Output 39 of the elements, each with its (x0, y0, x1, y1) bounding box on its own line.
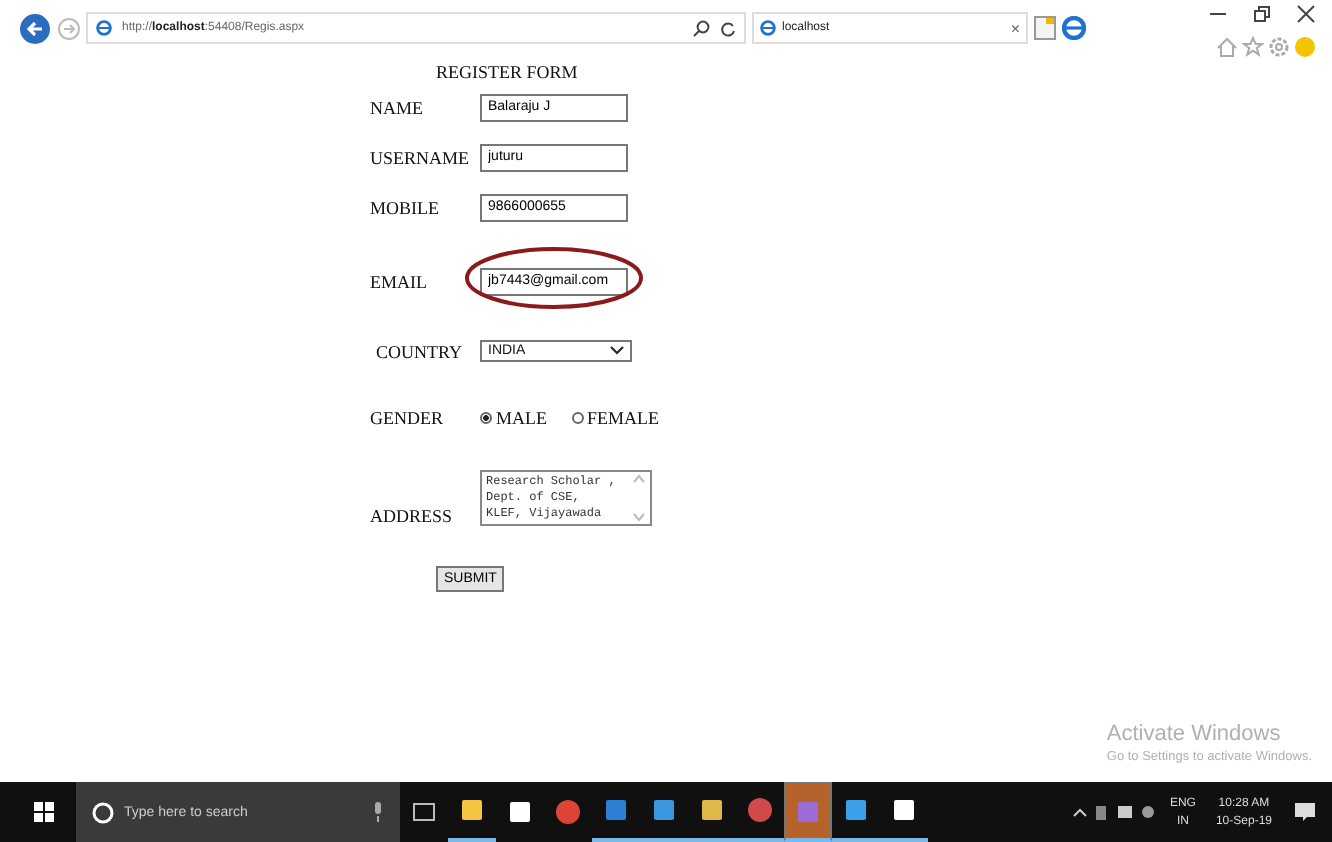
form-title: REGISTER FORM (436, 62, 580, 82)
field-label: COUNTRY (376, 341, 465, 361)
circle-icon (554, 798, 582, 826)
browser-logo-icon (1062, 16, 1086, 40)
field-label: EMAIL (370, 271, 429, 291)
star-icon[interactable] (1242, 35, 1264, 57)
scrollbar-icon (632, 472, 646, 524)
square-icon (842, 796, 870, 824)
field-label: ADDRESS (370, 506, 455, 526)
page-icon (96, 20, 112, 36)
square-icon (890, 796, 918, 824)
square-icon (698, 796, 726, 824)
task-view-icon (410, 798, 438, 826)
refresh-icon[interactable] (720, 19, 736, 37)
field-label: USERNAME (370, 147, 472, 167)
new-tab-icon[interactable] (1034, 16, 1056, 40)
radio-label: FEMALE (587, 407, 659, 427)
tray-icons[interactable] (1071, 802, 1160, 822)
square-icon (602, 796, 630, 824)
cortana-icon (92, 801, 114, 823)
microphone-icon[interactable] (372, 802, 384, 822)
field-label: GENDER (370, 407, 445, 427)
notification-icon[interactable] (1294, 802, 1316, 822)
circle-icon (746, 796, 774, 824)
radio-label: MALE (496, 407, 547, 427)
field-label: NAME (370, 97, 425, 117)
start-icon[interactable] (34, 802, 54, 822)
radio-button[interactable] (480, 411, 492, 423)
search-icon[interactable] (692, 19, 710, 37)
back-icon[interactable] (20, 13, 50, 43)
square-icon (650, 796, 678, 824)
caret-icon (610, 346, 624, 356)
radio-button[interactable] (571, 411, 583, 423)
activation-title: Activate Windows (1106, 722, 1283, 746)
restore-icon[interactable] (1252, 3, 1272, 23)
field-label: MOBILE (370, 197, 441, 217)
page-icon (760, 20, 776, 36)
square-icon (794, 797, 822, 825)
close-icon[interactable] (1296, 3, 1316, 23)
